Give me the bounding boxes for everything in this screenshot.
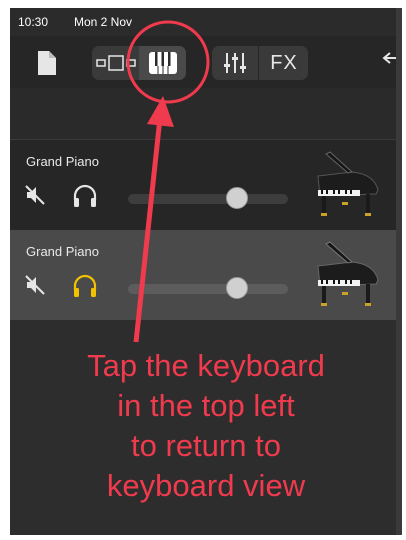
toolbar: FX — [10, 36, 402, 88]
keyboard-view-button[interactable] — [139, 46, 186, 80]
track-row[interactable]: Grand Piano — [10, 140, 402, 230]
tracks-view-button[interactable] — [92, 46, 139, 80]
track-name: Grand Piano — [26, 244, 99, 259]
grand-piano-image — [317, 241, 379, 306]
annotation-line: in the top left — [117, 388, 295, 423]
annotation-line: keyboard view — [106, 468, 306, 503]
keyboard-icon — [148, 52, 177, 74]
track-row[interactable]: Grand Piano — [10, 230, 402, 320]
mixer-icon — [224, 53, 246, 73]
status-time: 10:30 — [18, 15, 49, 29]
status-bar: 10:30 Mon 2 Nov — [10, 8, 402, 36]
mixer-button[interactable] — [212, 46, 258, 80]
volume-slider-knob[interactable] — [225, 277, 248, 299]
fx-button[interactable]: FX — [258, 46, 309, 80]
headphones-icon[interactable] — [72, 184, 98, 208]
tracks-view-icon — [95, 55, 136, 71]
annotation-line: Tap the keyboard — [87, 348, 325, 383]
mute-icon[interactable] — [24, 274, 46, 296]
mute-icon[interactable] — [24, 184, 46, 206]
volume-slider-track[interactable] — [128, 284, 288, 294]
document-icon — [38, 51, 56, 75]
volume-slider-knob[interactable] — [225, 187, 248, 209]
annotation-text: Tap the keyboard in the top left to retu… — [10, 346, 402, 506]
headphones-icon[interactable] — [72, 274, 98, 298]
document-button[interactable] — [32, 46, 62, 80]
timeline-ruler-area — [10, 88, 402, 140]
track-name: Grand Piano — [26, 154, 99, 169]
view-segmented-control — [92, 46, 186, 80]
grand-piano-image — [317, 151, 379, 216]
status-date: Mon 2 Nov — [74, 15, 133, 29]
fx-icon: FX — [270, 51, 298, 74]
mix-segmented-control: FX — [212, 46, 308, 80]
annotation-line: to return to — [131, 428, 281, 463]
volume-slider-track[interactable] — [128, 194, 288, 204]
